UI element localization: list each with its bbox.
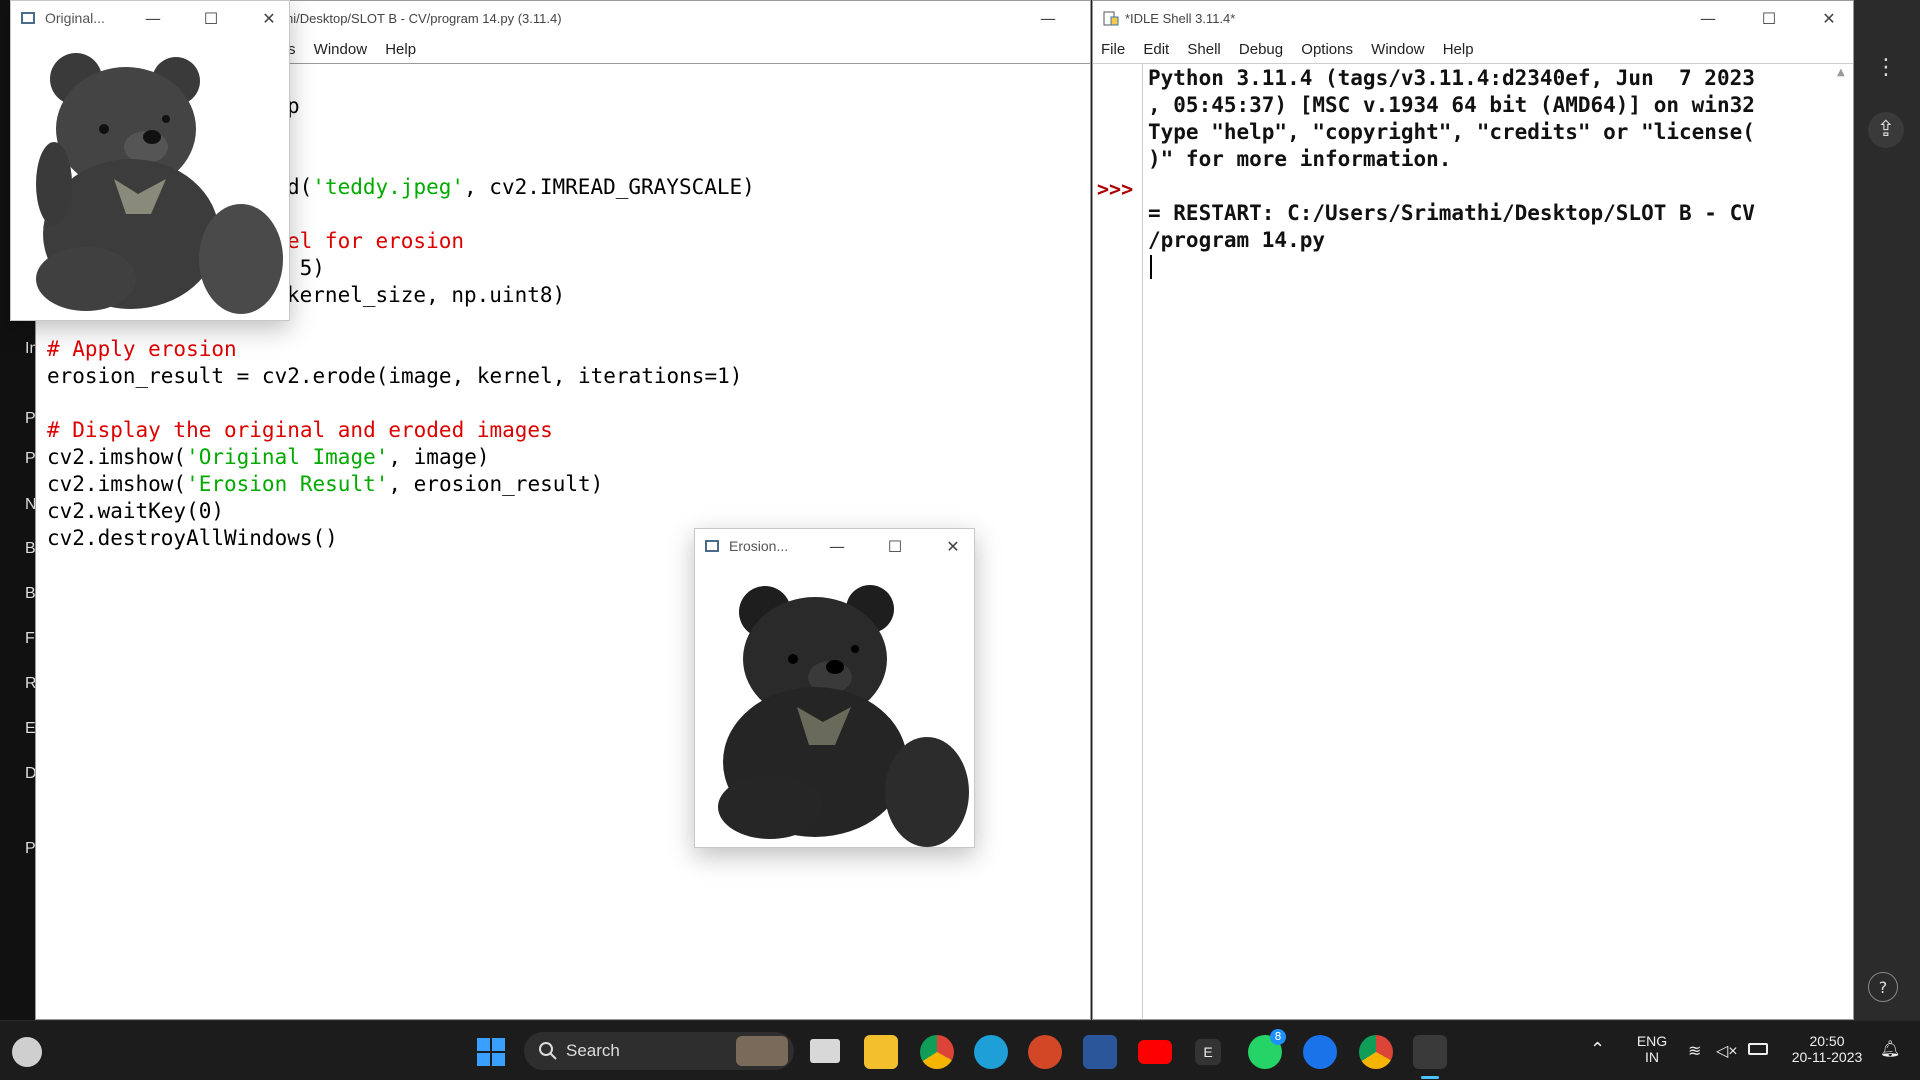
chrome-icon[interactable] — [920, 1035, 954, 1069]
taskbar: Search E 8 ⌃ ENG IN ≋ ◁× 20:50 20-11-202… — [0, 1020, 1920, 1080]
notification-bell-icon[interactable]: 🔔︎ — [1880, 1039, 1900, 1059]
shell-gutter: >>> — [1093, 63, 1143, 1019]
minimize-icon[interactable]: — — [825, 535, 849, 559]
share-icon[interactable]: ⇪ — [1868, 112, 1904, 148]
window-app-icon — [21, 12, 35, 24]
menu-item-edit[interactable]: Edit — [1143, 41, 1169, 58]
menu-item-help[interactable]: Help — [385, 41, 416, 58]
window-app-icon — [705, 540, 719, 552]
help-icon[interactable]: ? — [1868, 972, 1898, 1002]
volume-muted-icon[interactable]: ◁× — [1716, 1041, 1738, 1061]
code-line: erosion_result = cv2.erode(image, kernel… — [47, 364, 743, 388]
close-icon[interactable]: ✕ — [257, 7, 281, 31]
menu-item-debug[interactable]: Debug — [1239, 41, 1283, 58]
close-icon[interactable]: ✕ — [1817, 7, 1841, 31]
task-view-icon[interactable] — [810, 1039, 840, 1063]
weather-icon[interactable] — [12, 1037, 42, 1067]
background-browser-rightbar: ⋮ ⇪ ? — [1852, 0, 1920, 1020]
taskbar-search[interactable]: Search — [524, 1032, 794, 1070]
shell-output[interactable]: Python 3.11.4 (tags/v3.11.4:d2340ef, Jun… — [1148, 65, 1828, 254]
erosion-titlebar[interactable]: Erosion... — ☐ ✕ — [695, 529, 974, 563]
code-line: # Apply erosion — [47, 337, 237, 361]
language-indicator[interactable]: ENG IN — [1636, 1033, 1668, 1065]
region-code: IN — [1645, 1049, 1659, 1065]
menu-item-options[interactable]: Options — [1301, 41, 1353, 58]
app-store-icon[interactable] — [1303, 1035, 1337, 1069]
shell-titlebar[interactable]: *IDLE Shell 3.11.4* — ☐ ✕ — [1093, 1, 1853, 37]
edge-icon[interactable] — [974, 1035, 1008, 1069]
whatsapp-icon[interactable]: 8 — [1248, 1029, 1286, 1069]
code-line: cv2.imshow('Erosion Result', erosion_res… — [47, 472, 604, 496]
maximize-icon[interactable]: ☐ — [1757, 7, 1781, 31]
powerpoint-icon[interactable] — [1028, 1035, 1062, 1069]
windows-start-icon[interactable] — [474, 1035, 508, 1069]
clock-time: 20:50 — [1809, 1033, 1845, 1049]
python-idle-icon[interactable] — [1413, 1035, 1447, 1079]
chrome-profile-icon[interactable] — [1359, 1035, 1393, 1069]
idle-shell-window: *IDLE Shell 3.11.4* — ☐ ✕ File Edit Shel… — [1092, 0, 1854, 1020]
maximize-icon[interactable]: ☐ — [883, 535, 907, 559]
file-explorer-icon[interactable] — [864, 1035, 898, 1069]
wifi-icon[interactable]: ≋ — [1688, 1041, 1701, 1061]
menu-item-window[interactable]: Window — [314, 41, 367, 58]
clock[interactable]: 20:50 20-11-2023 — [1782, 1033, 1872, 1065]
clock-date: 20-11-2023 — [1791, 1049, 1863, 1065]
menu-item-shell[interactable]: Shell — [1187, 41, 1220, 58]
app-e-icon[interactable]: E — [1195, 1039, 1221, 1065]
language-code: ENG — [1636, 1033, 1668, 1049]
original-image-window: Original... — ☐ ✕ — [10, 0, 290, 321]
close-icon[interactable]: ✕ — [941, 535, 965, 559]
more-options-icon[interactable]: ⋮ — [1868, 50, 1904, 86]
erosion-title: Erosion... — [729, 538, 789, 554]
notification-badge: 8 — [1270, 1029, 1286, 1045]
maximize-icon[interactable]: ☐ — [199, 7, 223, 31]
python-icon — [1103, 11, 1119, 27]
menu-item-window[interactable]: Window — [1371, 41, 1424, 58]
original-titlebar[interactable]: Original... — ☐ ✕ — [11, 1, 289, 35]
menu-item-help[interactable]: Help — [1443, 41, 1474, 58]
code-line: cv2.waitKey(0) — [47, 499, 225, 523]
youtube-icon[interactable] — [1138, 1040, 1172, 1064]
minimize-icon[interactable]: — — [1036, 7, 1060, 31]
search-icon — [539, 1042, 557, 1060]
shell-title: *IDLE Shell 3.11.4* — [1125, 11, 1236, 26]
teddy-bear-image — [36, 53, 283, 314]
menu-item-file[interactable]: File — [1101, 41, 1125, 58]
code-line: cv2.destroyAllWindows() — [47, 526, 338, 550]
scroll-up-arrow-icon[interactable]: ▲ — [1837, 67, 1847, 79]
erosion-result-window: Erosion... — ☐ ✕ — [694, 528, 975, 848]
code-line: # Display the original and eroded images — [47, 418, 553, 442]
code-line: cv2.imshow('Original Image', image) — [47, 445, 490, 469]
eroded-teddy-bear-image — [718, 585, 969, 847]
battery-icon[interactable] — [1748, 1043, 1768, 1055]
original-title: Original... — [45, 10, 105, 26]
text-cursor — [1150, 255, 1152, 279]
shell-prompt: >>> — [1097, 177, 1134, 201]
editor-title: hi/Desktop/SLOT B - CV/program 14.py (3.… — [286, 11, 562, 26]
word-icon[interactable] — [1083, 1035, 1117, 1069]
chevron-up-icon[interactable]: ⌃ — [1590, 1039, 1605, 1060]
search-label: Search — [566, 1041, 620, 1060]
minimize-icon[interactable]: — — [1696, 7, 1720, 31]
search-highlight-image — [736, 1036, 788, 1066]
minimize-icon[interactable]: — — [141, 7, 165, 31]
